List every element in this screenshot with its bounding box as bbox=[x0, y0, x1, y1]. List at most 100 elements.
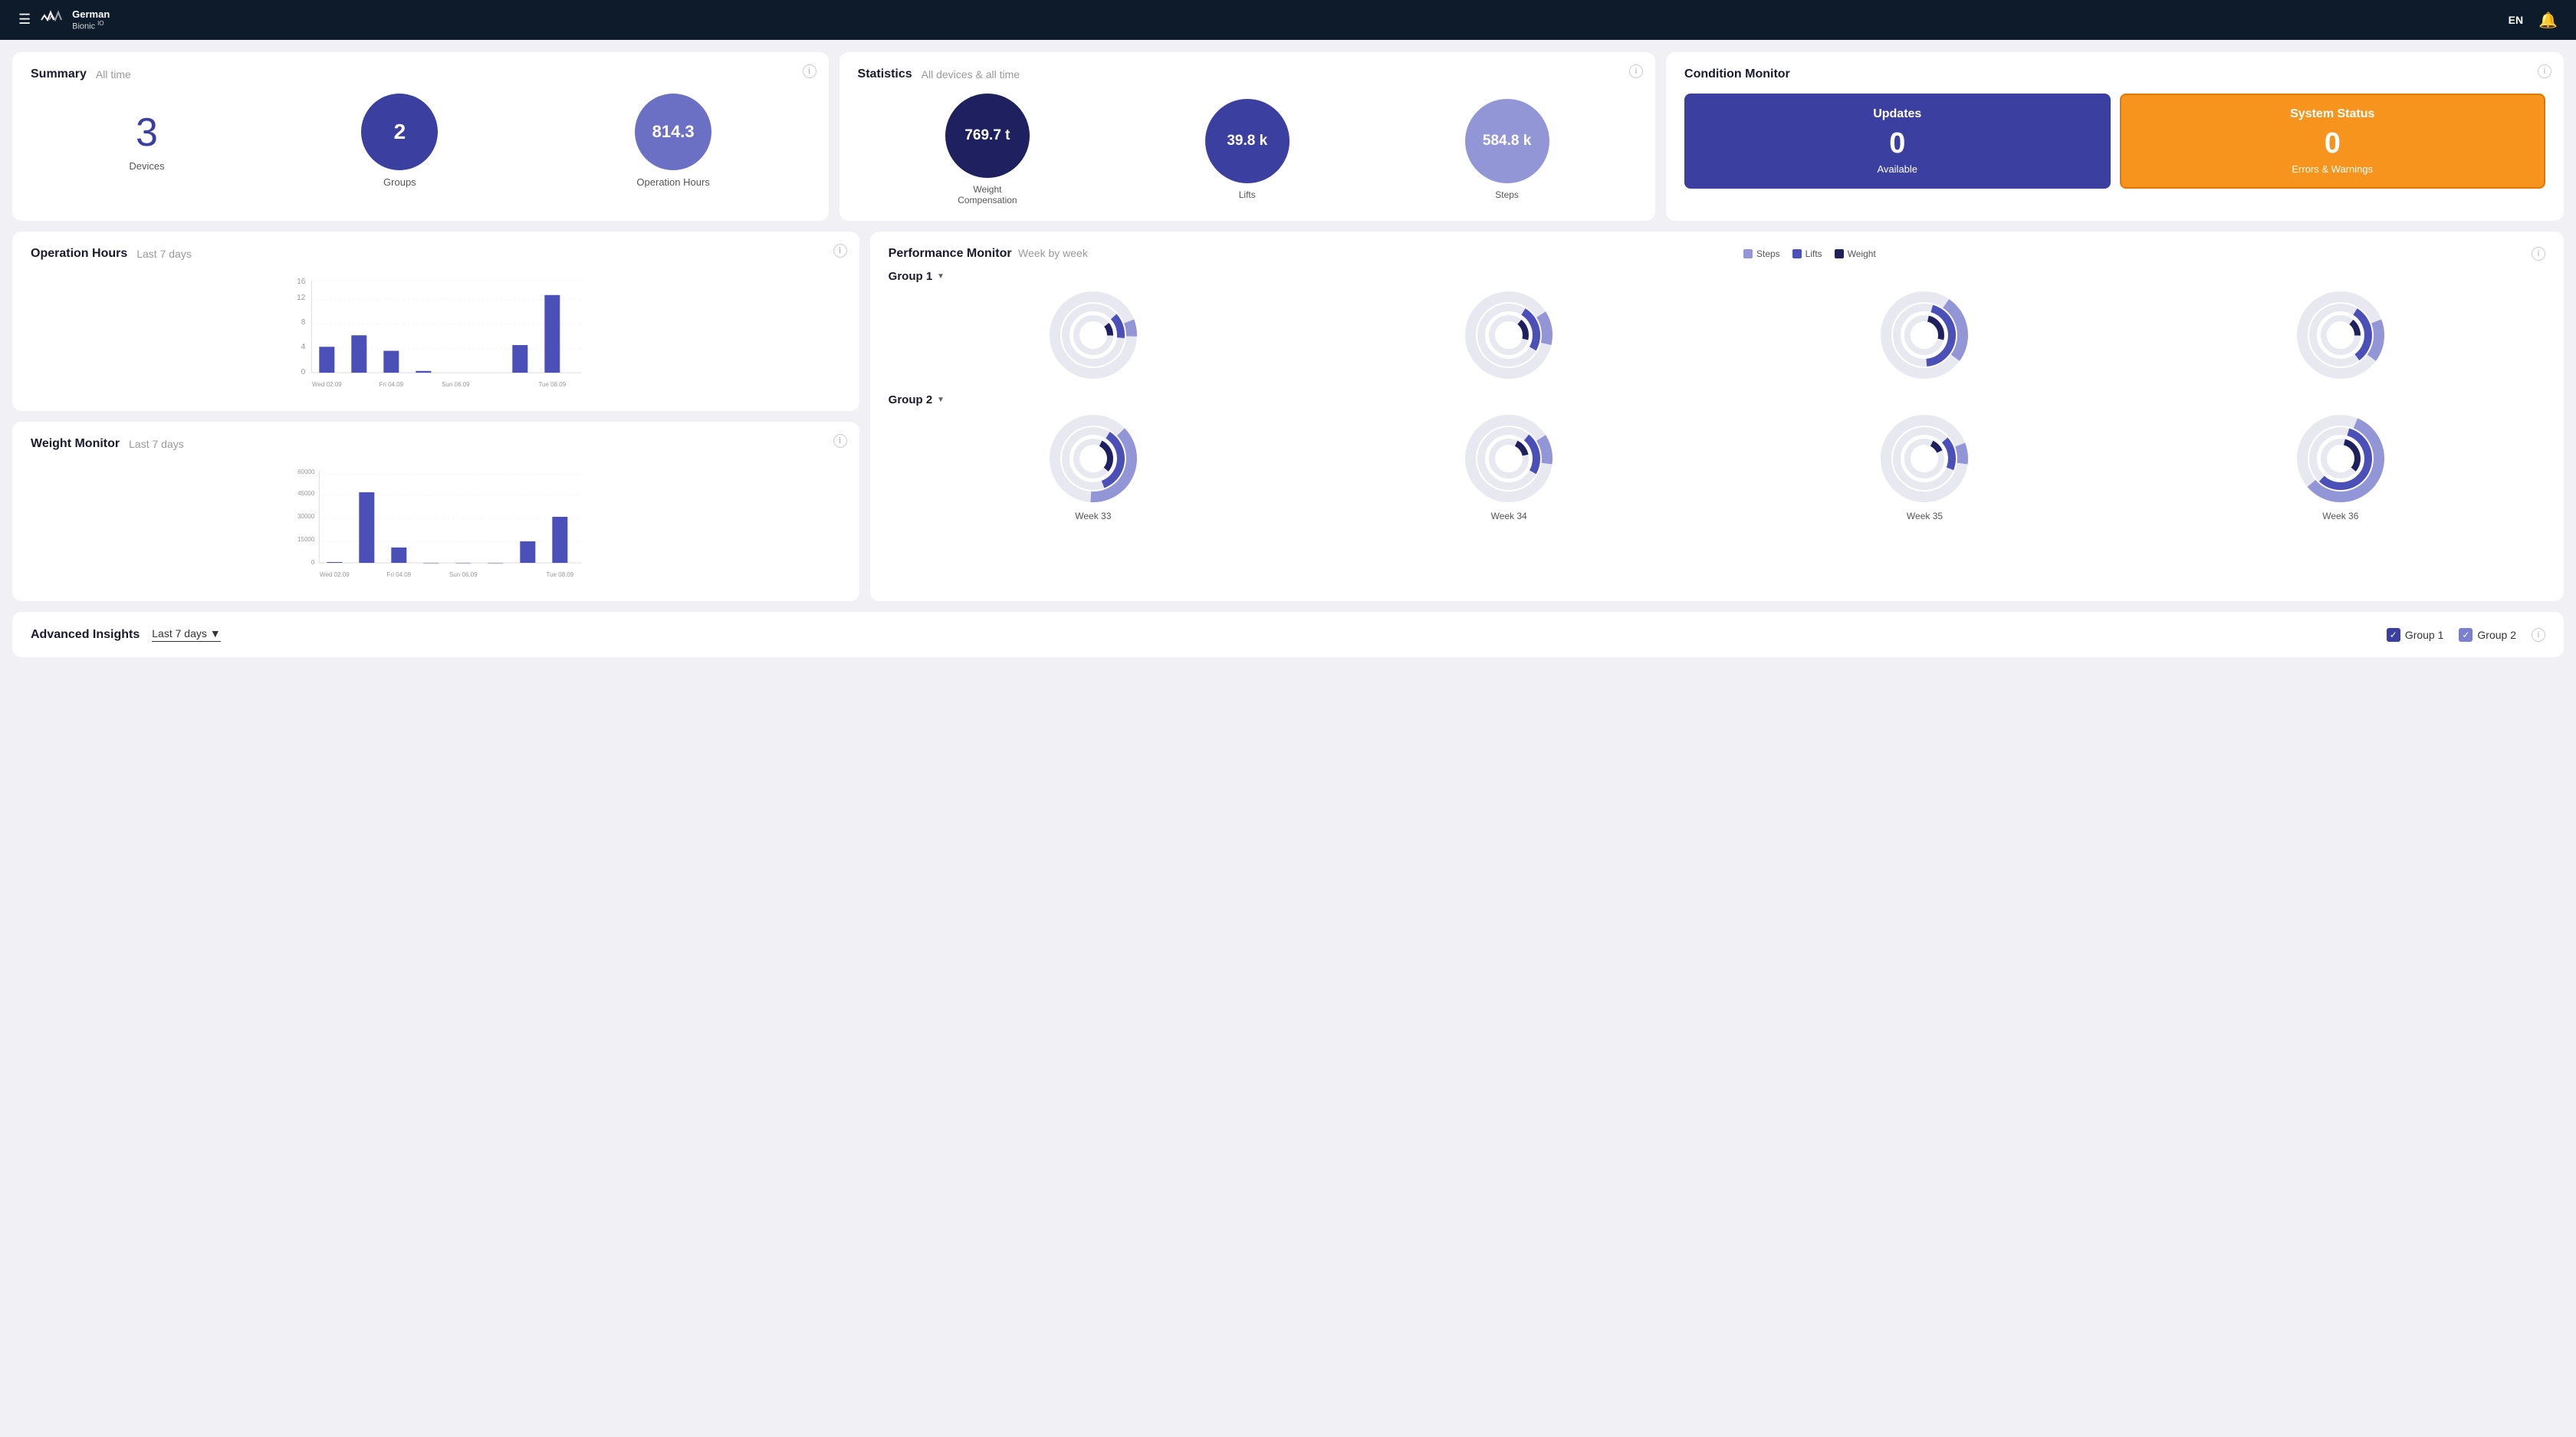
advanced-title: Advanced Insights bbox=[31, 628, 140, 642]
top-row: Summary All time i 3 Devices 2 Groups 81 bbox=[12, 52, 2564, 221]
op-hours-svg: 0 4 8 12 16 bbox=[31, 273, 841, 396]
condition-info-icon[interactable]: i bbox=[2538, 64, 2551, 78]
g1-w34 bbox=[1304, 289, 1714, 381]
menu-icon[interactable]: ☰ bbox=[18, 12, 31, 28]
g1-w34-donut bbox=[1463, 289, 1555, 381]
time-label: Last 7 days bbox=[152, 627, 207, 640]
g2-w33-donut bbox=[1047, 413, 1139, 505]
svg-text:4: 4 bbox=[301, 343, 306, 351]
g2-w35-donut bbox=[1878, 413, 1970, 505]
devices-count: 3 bbox=[129, 110, 164, 156]
legend-lifts: Lifts bbox=[1792, 248, 1822, 259]
hours-item: 814.3 Operation Hours bbox=[635, 94, 711, 188]
lifts-item: 39.8 k Lifts bbox=[1205, 99, 1290, 200]
group2-perf-grid: Week 33 Week 34 bbox=[889, 413, 2545, 521]
group1-dropdown-arrow: ▼ bbox=[937, 272, 945, 281]
svg-text:15000: 15000 bbox=[297, 536, 315, 543]
weight-monitor-card: Weight Monitor Last 7 days i 0 15000 300… bbox=[12, 422, 859, 601]
svg-text:45000: 45000 bbox=[297, 490, 315, 497]
g1-w36-donut bbox=[2295, 289, 2387, 381]
statistics-title: Statistics bbox=[858, 67, 912, 81]
language-selector[interactable]: EN bbox=[2509, 14, 2523, 26]
g1-w36 bbox=[2136, 289, 2545, 381]
lifts-val: 39.8 k bbox=[1227, 133, 1267, 150]
g1-w35-donut bbox=[1878, 289, 1970, 381]
lifts-label: Lifts bbox=[1205, 189, 1290, 200]
g2-w36: Week 36 bbox=[2136, 413, 2545, 521]
hours-circle: 814.3 bbox=[635, 94, 711, 170]
legend-steps-label: Steps bbox=[1756, 248, 1780, 259]
g1-w33-donut bbox=[1047, 289, 1139, 381]
bar-7 bbox=[512, 345, 527, 373]
summary-subtitle: All time bbox=[96, 68, 131, 81]
group1-checkbox[interactable]: ✓ bbox=[2387, 628, 2400, 642]
group1-check[interactable]: ✓ Group 1 bbox=[2387, 628, 2444, 642]
logo: German Bionic IO bbox=[40, 9, 110, 31]
svg-text:Tue 08.09: Tue 08.09 bbox=[546, 571, 573, 578]
weight-label: WeightCompensation bbox=[945, 184, 1030, 206]
group1-selector[interactable]: Group 1 ▼ bbox=[889, 270, 2545, 283]
perf-subtitle: Week by week bbox=[1018, 247, 1088, 259]
weight-monitor-info-icon[interactable]: i bbox=[833, 434, 847, 448]
svg-text:8: 8 bbox=[301, 318, 306, 327]
perf-info-icon[interactable]: i bbox=[2532, 247, 2545, 261]
groups-circle: 2 bbox=[361, 94, 438, 170]
summary-title: Summary bbox=[31, 67, 87, 81]
main-content: Summary All time i 3 Devices 2 Groups 81 bbox=[0, 40, 2576, 669]
logo-text: German Bionic IO bbox=[72, 9, 110, 31]
g2-w36-donut bbox=[2295, 413, 2387, 505]
group2-checkbox[interactable]: ✓ bbox=[2459, 628, 2472, 642]
group2-dropdown-arrow: ▼ bbox=[937, 396, 945, 404]
weight-monitor-svg: 0 15000 30000 45000 60000 bbox=[31, 463, 841, 586]
groups-label: Groups bbox=[361, 176, 438, 188]
advanced-info-icon[interactable]: i bbox=[2532, 628, 2545, 642]
weight-circle: 769.7 t bbox=[945, 94, 1030, 178]
group1-label: Group 1 bbox=[889, 270, 933, 283]
g1-w35 bbox=[1720, 289, 2129, 381]
groups-count: 2 bbox=[394, 120, 406, 144]
g1-w33 bbox=[889, 289, 1298, 381]
op-hours-header: Operation Hours Last 7 days bbox=[31, 247, 841, 261]
advanced-right: ✓ Group 1 ✓ Group 2 i bbox=[2387, 628, 2545, 642]
advanced-left: Advanced Insights Last 7 days ▼ bbox=[31, 627, 221, 642]
bar-8 bbox=[544, 295, 560, 373]
notification-bell[interactable]: 🔔 bbox=[2538, 11, 2558, 30]
op-hours-info-icon[interactable]: i bbox=[833, 244, 847, 258]
updates-label: Updates bbox=[1873, 107, 1921, 121]
svg-text:0: 0 bbox=[301, 368, 306, 377]
devices-item: 3 Devices bbox=[129, 110, 164, 172]
time-selector[interactable]: Last 7 days ▼ bbox=[152, 627, 220, 642]
group1-check-label: Group 1 bbox=[2405, 629, 2444, 641]
bar-2 bbox=[351, 335, 366, 373]
summary-info-icon[interactable]: i bbox=[803, 64, 816, 78]
performance-card: Performance Monitor Week by week Steps L… bbox=[870, 232, 2564, 601]
statistics-subtitle: All devices & all time bbox=[922, 68, 1020, 81]
g2-w34: Week 34 bbox=[1304, 413, 1714, 521]
group2-check[interactable]: ✓ Group 2 bbox=[2459, 628, 2516, 642]
legend-lifts-dot bbox=[1792, 249, 1802, 258]
op-hours-title: Operation Hours bbox=[31, 247, 127, 261]
legend-weight-dot bbox=[1835, 249, 1844, 258]
w34-label: Week 34 bbox=[1491, 511, 1527, 521]
g2-w34-donut bbox=[1463, 413, 1555, 505]
perf-title: Performance Monitor bbox=[889, 247, 1012, 260]
updates-sub: Available bbox=[1878, 163, 1918, 175]
svg-text:Tue 08.09: Tue 08.09 bbox=[538, 381, 566, 388]
hours-label: Operation Hours bbox=[635, 176, 711, 188]
bar-3 bbox=[383, 351, 399, 373]
summary-header: Summary All time bbox=[31, 67, 810, 81]
perf-legend: Steps Lifts Weight bbox=[1743, 248, 1876, 259]
condition-header: Condition Monitor bbox=[1684, 67, 2545, 81]
g2-w35: Week 35 bbox=[1720, 413, 2129, 521]
group2-selector[interactable]: Group 2 ▼ bbox=[889, 393, 2545, 406]
updates-box: Updates 0 Available bbox=[1684, 94, 2110, 189]
summary-items: 3 Devices 2 Groups 814.3 Operation Hours bbox=[31, 94, 810, 188]
svg-text:12: 12 bbox=[297, 294, 306, 302]
steps-circle: 584.8 k bbox=[1465, 99, 1549, 183]
bar-4 bbox=[416, 371, 431, 373]
weight-monitor-subtitle: Last 7 days bbox=[129, 438, 184, 450]
header-right: EN 🔔 bbox=[2509, 11, 2558, 30]
svg-text:Sun 06.09: Sun 06.09 bbox=[442, 381, 470, 388]
statistics-info-icon[interactable]: i bbox=[1629, 64, 1643, 78]
group2-label: Group 2 bbox=[889, 393, 933, 406]
